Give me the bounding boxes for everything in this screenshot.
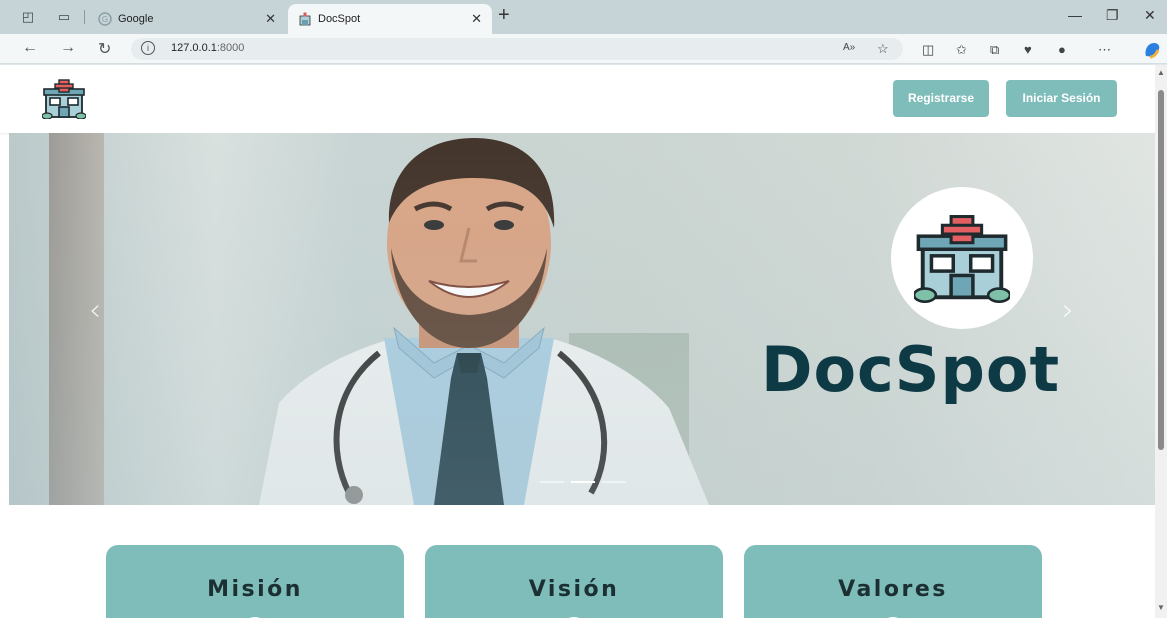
login-button[interactable]: Iniciar Sesión <box>1006 80 1117 117</box>
close-tab-icon[interactable]: ✕ <box>265 11 276 27</box>
site-header: Registrarse Iniciar Sesión <box>0 65 1155 133</box>
collections-icon[interactable]: ⧉ <box>990 42 999 58</box>
card-vision: Visión <box>425 545 723 618</box>
scroll-up-icon[interactable]: ▲ <box>1157 68 1165 77</box>
carousel-indicator-3[interactable] <box>602 481 626 483</box>
split-screen-icon[interactable]: ◫ <box>922 42 934 58</box>
carousel-indicator-1[interactable] <box>540 481 564 483</box>
url-text: 127.0.0.1:8000 <box>171 42 245 54</box>
close-tab-icon[interactable]: ✕ <box>471 11 482 27</box>
carousel-indicator-2[interactable] <box>571 481 595 483</box>
carousel-prev-icon[interactable]: ‹ <box>89 293 101 328</box>
tab-label: Google <box>118 13 154 25</box>
hospital-logo-icon <box>914 215 1010 303</box>
hospital-logo-icon[interactable] <box>42 79 86 119</box>
svg-text:G: G <box>102 15 108 24</box>
google-icon: G <box>98 12 112 26</box>
tab-docspot[interactable]: DocSpot ✕ <box>288 4 492 34</box>
favorites-icon[interactable]: ✩ <box>956 42 967 58</box>
card-valores: Valores <box>744 545 1042 618</box>
browser-tab-bar: ◰ ▭ G Google ✕ DocSpot ✕ + — ❐ ✕ <box>0 0 1167 34</box>
site-info-icon[interactable]: i <box>141 41 155 55</box>
card-mision: Misión <box>106 545 404 618</box>
profile-avatar-icon[interactable]: ● <box>1058 42 1066 57</box>
window-close-icon[interactable]: ✕ <box>1144 7 1156 24</box>
extensions-icon[interactable]: ♥ <box>1024 42 1032 57</box>
new-tab-icon[interactable]: + <box>498 4 510 27</box>
restore-icon[interactable]: ❐ <box>1106 7 1119 24</box>
scrollbar-thumb[interactable] <box>1158 90 1164 450</box>
hospital-icon <box>299 12 311 26</box>
carousel-next-icon[interactable]: › <box>1062 293 1074 328</box>
web-page: Registrarse Iniciar Sesión DocSpot ‹ › M… <box>0 65 1155 618</box>
card-title: Valores <box>838 577 948 602</box>
back-icon[interactable]: ← <box>22 39 38 57</box>
workspaces-icon[interactable]: ◰ <box>20 9 36 25</box>
minimize-icon[interactable]: — <box>1068 7 1082 23</box>
hero-carousel: DocSpot ‹ › <box>9 133 1155 505</box>
more-options-icon[interactable]: ⋯ <box>1098 42 1111 58</box>
tab-actions-icon[interactable]: ▭ <box>56 9 72 25</box>
card-title: Misión <box>207 577 303 602</box>
tab-label: DocSpot <box>318 13 361 25</box>
reload-icon[interactable]: ↻ <box>98 39 111 59</box>
card-title: Visión <box>528 577 620 602</box>
tab-google[interactable]: G Google ✕ <box>88 4 286 34</box>
copilot-icon[interactable] <box>1142 40 1162 60</box>
scroll-down-icon[interactable]: ▼ <box>1157 603 1165 612</box>
register-button[interactable]: Registrarse <box>893 80 989 117</box>
favorite-star-icon[interactable]: ☆ <box>877 41 889 57</box>
address-bar[interactable]: i 127.0.0.1:8000 A» ☆ <box>131 38 903 60</box>
hero-brand-title: DocSpot <box>761 333 1061 406</box>
forward-icon[interactable]: → <box>60 39 76 57</box>
browser-toolbar: ← → ↻ i 127.0.0.1:8000 A» ☆ ◫ ✩ ⧉ ♥ ● ⋯ <box>0 34 1167 64</box>
hero-logo-badge <box>891 187 1033 329</box>
page-scrollbar[interactable]: ▲ ▼ <box>1155 65 1167 618</box>
tab-separator <box>84 10 85 24</box>
read-aloud-icon[interactable]: A» <box>843 42 855 53</box>
